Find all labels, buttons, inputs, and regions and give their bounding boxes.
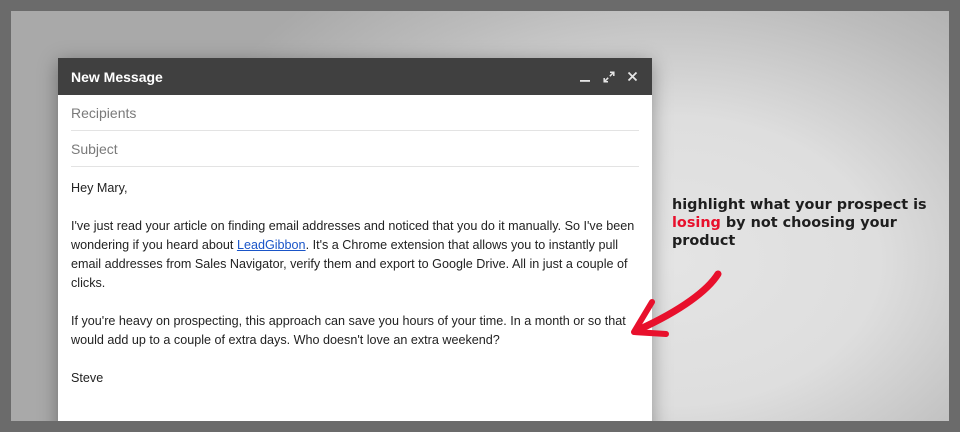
message-body[interactable]: Hey Mary, I've just read your article on…: [58, 167, 652, 419]
subject-field[interactable]: Subject: [71, 131, 639, 167]
subject-placeholder: Subject: [71, 140, 118, 157]
compose-window: New Message Recipients Subject Hey Mary,…: [58, 58, 652, 421]
recipients-field[interactable]: Recipients: [71, 95, 639, 131]
recipients-placeholder: Recipients: [71, 104, 137, 121]
minimize-icon[interactable]: [577, 69, 592, 84]
arrow-icon: [631, 270, 722, 337]
paragraph-2: If you're heavy on prospecting, this app…: [71, 314, 626, 347]
leadgibbon-link[interactable]: LeadGibbon: [237, 238, 306, 252]
compose-header: New Message: [58, 58, 652, 95]
greeting: Hey Mary,: [71, 181, 128, 195]
annotation-highlight: losing: [672, 215, 721, 231]
close-icon[interactable]: [625, 69, 640, 84]
compose-title: New Message: [71, 68, 163, 85]
annotation-text: highlight what your prospect is losing b…: [672, 196, 932, 250]
annotation-start: highlight what your prospect is: [672, 197, 927, 213]
expand-icon[interactable]: [601, 69, 616, 84]
paragraph-1: I've just read your article on finding e…: [71, 217, 639, 293]
signature: Steve: [71, 371, 104, 385]
window-controls: [577, 69, 640, 84]
